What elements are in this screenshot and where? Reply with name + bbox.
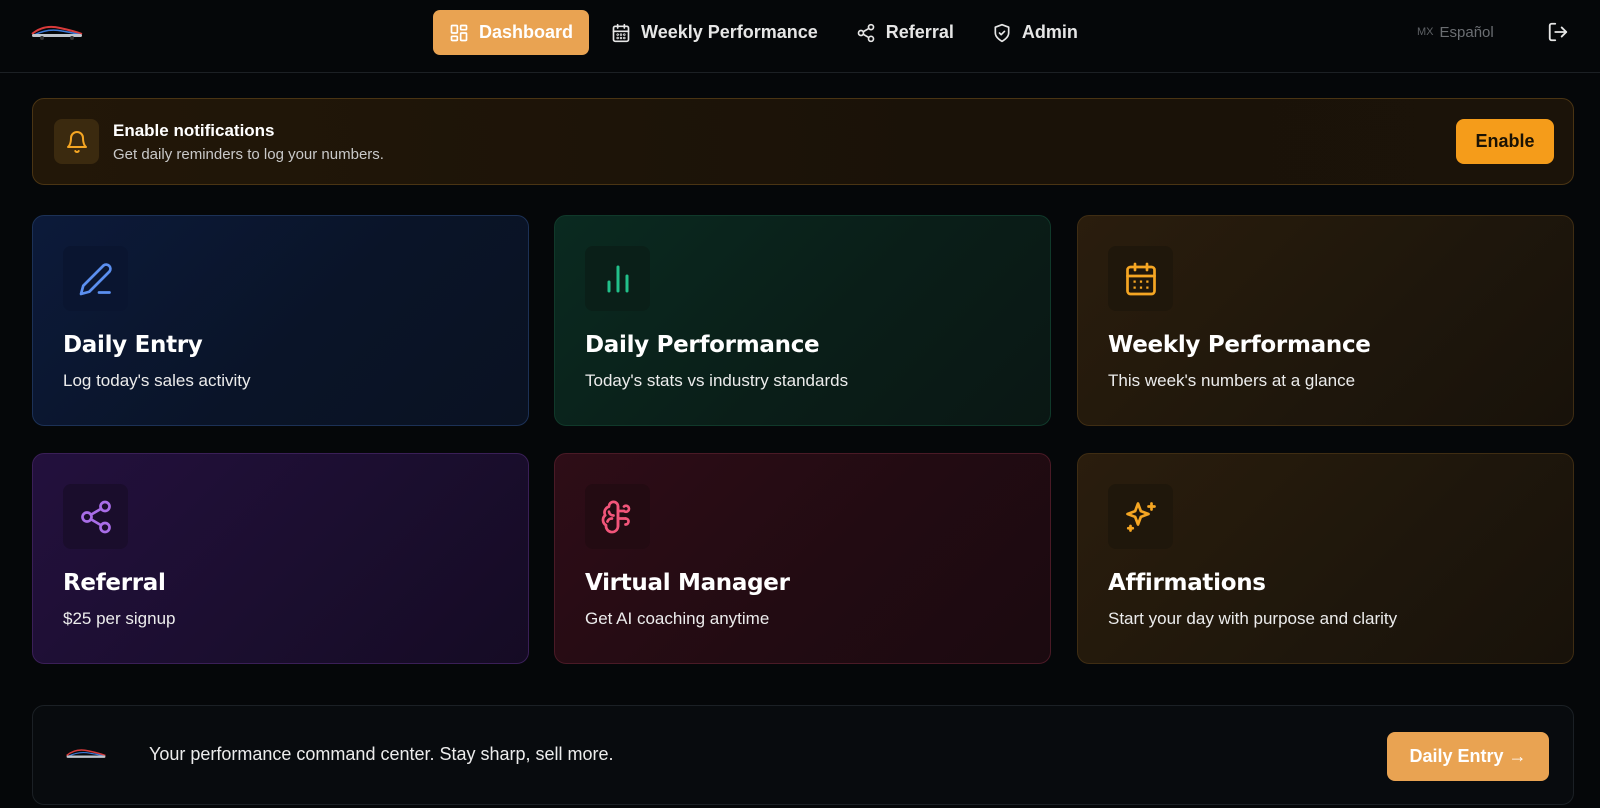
calendar-icon (612, 23, 630, 42)
share-icon (80, 500, 111, 533)
card-title: Affirmations (1108, 570, 1266, 596)
logout-icon[interactable] (1547, 21, 1569, 43)
footer-brand-logo (66, 749, 106, 758)
card-icon-box (63, 246, 128, 311)
card-subtitle: $25 per signup (63, 609, 176, 628)
card-subtitle: Today's stats vs industry standards (585, 371, 849, 390)
footer-bar: Your performance command center. Stay sh… (32, 705, 1574, 805)
share-icon (857, 23, 875, 42)
card-subtitle: Start your day with purpose and clarity (1108, 609, 1398, 628)
sparkles-icon (1125, 501, 1156, 532)
bar-chart-icon (607, 265, 628, 292)
nav-weekly-performance-label: Weekly Performance (641, 22, 818, 42)
language-label: Español (1439, 23, 1494, 41)
notification-banner: Enable notifications Get daily reminders… (32, 98, 1574, 185)
card-virtual-manager[interactable]: Virtual Manager Get AI coaching anytime (554, 453, 1051, 664)
pencil-icon (79, 262, 112, 295)
nav-dashboard-label: Dashboard (479, 22, 574, 42)
brain-icon (601, 500, 630, 533)
card-affirmations[interactable]: Affirmations Start your day with purpose… (1077, 453, 1574, 664)
card-title: Daily Performance (585, 332, 820, 358)
card-daily-entry[interactable]: Daily Entry Log today's sales activity (32, 215, 529, 426)
card-title: Weekly Performance (1108, 332, 1371, 358)
card-title: Referral (63, 570, 166, 596)
notification-subtitle: Get daily reminders to log your numbers. (113, 146, 384, 163)
card-icon-box (63, 484, 128, 549)
nav-admin[interactable]: Admin (976, 10, 1094, 55)
shield-icon (994, 23, 1010, 42)
card-icon-box (1108, 484, 1173, 549)
nav-referral-label: Referral (885, 22, 954, 42)
card-weekly-performance[interactable]: Weekly Performance This week's numbers a… (1077, 215, 1574, 426)
grid-icon (450, 24, 468, 41)
notification-title: Enable notifications (113, 121, 275, 140)
main-nav: Dashboard Weekly Performance Referral Ad… (433, 10, 1094, 55)
card-icon-box (1108, 246, 1173, 311)
card-referral[interactable]: Referral $25 per signup (32, 453, 529, 664)
card-daily-performance[interactable]: Daily Performance Today's stats vs indus… (554, 215, 1051, 426)
nav-admin-label: Admin (1021, 22, 1078, 42)
card-icon-box (585, 246, 650, 311)
notification-icon-box (54, 119, 99, 164)
footer-daily-entry-button[interactable]: Daily Entry → (1387, 732, 1549, 781)
nav-dashboard[interactable]: Dashboard (433, 10, 590, 55)
card-title: Daily Entry (63, 332, 203, 358)
bell-icon (66, 130, 87, 153)
card-subtitle: Get AI coaching anytime (585, 609, 770, 628)
nav-weekly-performance[interactable]: Weekly Performance (595, 10, 834, 55)
card-subtitle: This week's numbers at a glance (1108, 371, 1356, 390)
language-switcher[interactable]: MX Español (1417, 22, 1494, 42)
card-subtitle: Log today's sales activity (63, 371, 251, 390)
calendar-icon (1125, 262, 1156, 295)
language-flag: MX (1417, 26, 1434, 38)
footer-tagline: Your performance command center. Stay sh… (149, 744, 614, 764)
brand-logo[interactable] (30, 22, 84, 42)
enable-notifications-button[interactable]: Enable (1456, 119, 1554, 164)
top-navigation-bar: Dashboard Weekly Performance Referral Ad… (0, 0, 1600, 73)
card-title: Virtual Manager (585, 570, 790, 596)
card-icon-box (585, 484, 650, 549)
nav-referral[interactable]: Referral (840, 10, 970, 55)
